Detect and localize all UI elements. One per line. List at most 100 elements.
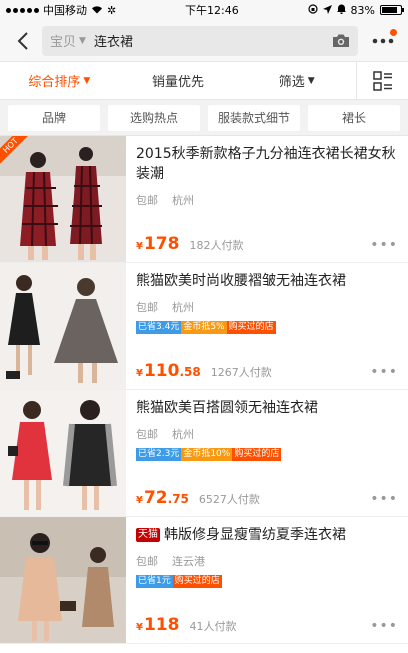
savings-badge: 已省2.3元 bbox=[136, 448, 182, 461]
price-row: ¥110.58 1267人付款 ••• bbox=[136, 361, 398, 381]
wifi-icon bbox=[91, 4, 103, 17]
price-integer: 118 bbox=[143, 615, 180, 635]
location-icon bbox=[322, 4, 332, 17]
price-integer: 72 bbox=[143, 488, 168, 508]
tmall-badge: 天猫 bbox=[136, 528, 160, 542]
product-title-text: 韩版修身显瘦雪纺夏季连衣裙 bbox=[164, 527, 346, 543]
sold-count: 41人付款 bbox=[189, 620, 237, 633]
sort-sales-tab[interactable]: 销量优先 bbox=[119, 71, 238, 90]
product-info: 天猫 韩版修身显瘦雪纺夏季连衣裙 包邮 连云港 已省1元 购买过的店 ¥118 4… bbox=[126, 517, 408, 643]
shipping-label: 包邮 bbox=[136, 428, 158, 441]
shipping-label: 包邮 bbox=[136, 194, 158, 207]
location-label: 杭州 bbox=[172, 428, 194, 441]
currency-symbol: ¥ bbox=[136, 495, 143, 506]
price-integer: 110 bbox=[143, 361, 180, 381]
more-options-icon[interactable]: ••• bbox=[370, 364, 398, 380]
signal-icon bbox=[6, 7, 39, 13]
status-bar: 中国移动 ✲ 下午12:46 83% bbox=[0, 0, 408, 20]
carrier-name: 中国移动 bbox=[43, 4, 87, 17]
caret-down-icon: ▼ bbox=[83, 75, 91, 86]
search-header: 宝贝 ▼ 连衣裙 bbox=[0, 20, 408, 62]
product-image[interactable] bbox=[0, 390, 126, 516]
view-toggle-button[interactable] bbox=[356, 62, 408, 99]
shipping-label: 包邮 bbox=[136, 555, 158, 568]
currency-symbol: ¥ bbox=[136, 622, 143, 633]
list-view-icon bbox=[372, 70, 392, 91]
product-title[interactable]: 天猫 韩版修身显瘦雪纺夏季连衣裙 bbox=[136, 525, 398, 545]
location-label: 杭州 bbox=[172, 194, 194, 207]
product-info: 熊猫欧美时尚收腰褶皱无袖连衣裙 包邮 杭州 已省3.4元 金币抵5% 购买过的店… bbox=[126, 263, 408, 389]
filter-chip-hotspot[interactable]: 选购热点 bbox=[108, 104, 200, 131]
product-price: ¥110.58 bbox=[136, 361, 201, 381]
currency-symbol: ¥ bbox=[136, 241, 143, 252]
lock-rotation-icon bbox=[307, 3, 318, 17]
filter-chip-style-detail[interactable]: 服装款式细节 bbox=[208, 104, 300, 131]
search-query[interactable]: 连衣裙 bbox=[94, 31, 332, 50]
search-scope-select[interactable]: 宝贝 ▼ bbox=[50, 31, 86, 50]
more-options-icon[interactable]: ••• bbox=[370, 618, 398, 634]
product-title[interactable]: 熊猫欧美时尚收腰褶皱无袖连衣裙 bbox=[136, 271, 398, 291]
caret-down-icon: ▼ bbox=[79, 35, 86, 46]
filter-chip-brand[interactable]: 品牌 bbox=[8, 104, 100, 131]
product-item[interactable]: HOT 2015秋季新款格子九分袖连衣裙长裙女秋装潮 包邮 杭州 ¥178 18… bbox=[0, 136, 408, 263]
product-title[interactable]: 2015秋季新款格子九分袖连衣裙长裙女秋装潮 bbox=[136, 144, 398, 184]
filter-tab[interactable]: 筛选 ▼ bbox=[237, 71, 356, 90]
coin-discount-badge: 金币抵5% bbox=[181, 321, 227, 334]
filter-chip-skirt-length[interactable]: 裙长 bbox=[308, 104, 400, 131]
product-item[interactable]: 熊猫欧美时尚收腰褶皱无袖连衣裙 包邮 杭州 已省3.4元 金币抵5% 购买过的店… bbox=[0, 263, 408, 390]
status-time: 下午12:46 bbox=[185, 4, 239, 17]
price-integer: 178 bbox=[143, 234, 180, 254]
filter-label: 筛选 bbox=[278, 75, 305, 90]
sold-count: 182人付款 bbox=[189, 239, 244, 252]
back-button[interactable] bbox=[8, 26, 38, 56]
price-row: ¥178 182人付款 ••• bbox=[136, 234, 398, 254]
location-label: 杭州 bbox=[172, 301, 194, 314]
savings-badge: 已省3.4元 bbox=[136, 321, 182, 334]
product-item[interactable]: 天猫 韩版修身显瘦雪纺夏季连衣裙 包邮 连云港 已省1元 购买过的店 ¥118 4… bbox=[0, 517, 408, 644]
promo-badges: 已省3.4元 金币抵5% 购买过的店 bbox=[136, 321, 398, 334]
savings-badge: 已省1元 bbox=[136, 575, 173, 588]
filter-chip-bar: 品牌 选购热点 服装款式细节 裙长 bbox=[0, 100, 408, 136]
product-image[interactable] bbox=[0, 517, 126, 643]
more-options-icon[interactable]: ••• bbox=[370, 237, 398, 253]
promo-badges: 已省2.3元 金币抵10% 购买过的店 bbox=[136, 448, 398, 461]
product-list: HOT 2015秋季新款格子九分袖连衣裙长裙女秋装潮 包邮 杭州 ¥178 18… bbox=[0, 136, 408, 644]
activity-icon: ✲ bbox=[107, 3, 117, 17]
location-label: 连云港 bbox=[172, 555, 205, 568]
more-menu-button[interactable] bbox=[366, 26, 400, 56]
product-image[interactable]: HOT bbox=[0, 136, 126, 262]
sold-count: 6527人付款 bbox=[198, 493, 260, 506]
sort-bar: 综合排序 ▼ 销量优先 筛选 ▼ bbox=[0, 62, 408, 100]
product-item[interactable]: 熊猫欧美百搭圆领无袖连衣裙 包邮 杭州 已省2.3元 金币抵10% 购买过的店 … bbox=[0, 390, 408, 517]
more-dots-icon bbox=[372, 38, 394, 43]
purchased-store-badge: 购买过的店 bbox=[232, 448, 282, 461]
product-info: 熊猫欧美百搭圆领无袖连衣裙 包邮 杭州 已省2.3元 金币抵10% 购买过的店 … bbox=[126, 390, 408, 516]
sold-count: 1267人付款 bbox=[210, 366, 272, 379]
battery-percent: 83% bbox=[350, 3, 375, 17]
product-price: ¥72.75 bbox=[136, 488, 189, 508]
sort-sales-label: 销量优先 bbox=[152, 75, 205, 90]
product-price: ¥178 bbox=[136, 234, 179, 254]
price-decimal: .75 bbox=[167, 492, 189, 506]
price-row: ¥72.75 6527人付款 ••• bbox=[136, 488, 398, 508]
purchased-store-badge: 购买过的店 bbox=[226, 321, 276, 334]
price-row: ¥118 41人付款 ••• bbox=[136, 615, 398, 635]
status-right: 83% bbox=[307, 3, 404, 17]
search-input[interactable]: 宝贝 ▼ 连衣裙 bbox=[42, 25, 358, 56]
chevron-left-icon bbox=[17, 31, 28, 50]
battery-icon bbox=[380, 5, 404, 15]
product-image[interactable] bbox=[0, 263, 126, 389]
alarm-icon bbox=[336, 4, 346, 17]
purchased-store-badge: 购买过的店 bbox=[172, 575, 222, 588]
caret-down-icon: ▼ bbox=[307, 75, 315, 86]
product-meta: 包邮 杭州 bbox=[136, 192, 398, 208]
shipping-label: 包邮 bbox=[136, 301, 158, 314]
product-meta: 包邮 杭州 bbox=[136, 426, 398, 442]
price-decimal: .58 bbox=[179, 365, 201, 379]
product-title[interactable]: 熊猫欧美百搭圆领无袖连衣裙 bbox=[136, 398, 398, 418]
sort-comprehensive-tab[interactable]: 综合排序 ▼ bbox=[0, 71, 119, 90]
more-options-icon[interactable]: ••• bbox=[370, 491, 398, 507]
coin-discount-badge: 金币抵10% bbox=[181, 448, 233, 461]
notification-dot bbox=[390, 28, 397, 36]
camera-icon[interactable] bbox=[332, 32, 350, 50]
